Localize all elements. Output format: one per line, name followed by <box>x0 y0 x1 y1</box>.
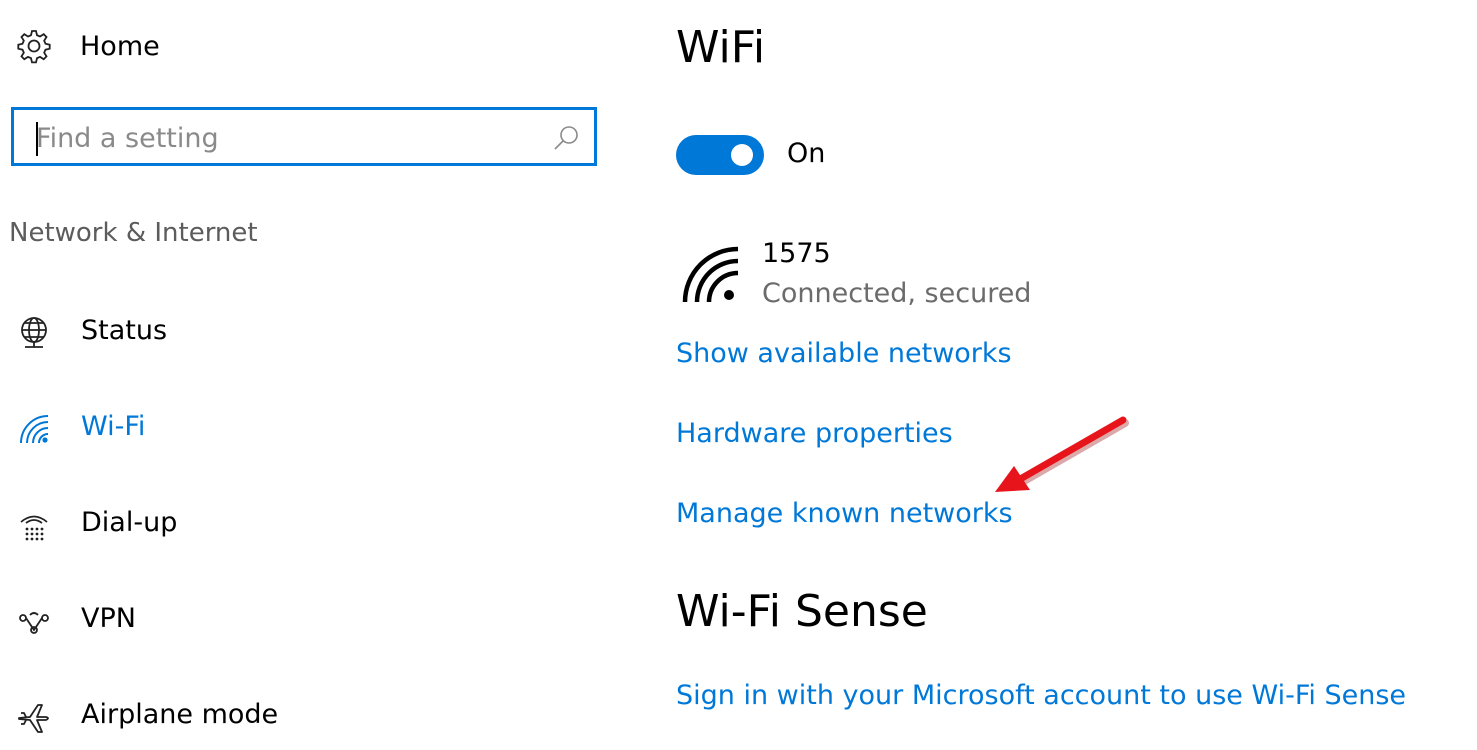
show-available-networks-link[interactable]: Show available networks <box>676 338 1012 369</box>
page-title: WiFi <box>676 22 766 73</box>
wifi-toggle[interactable] <box>676 135 764 175</box>
sidebar-item-label: Status <box>81 315 168 346</box>
hardware-properties-link[interactable]: Hardware properties <box>676 418 953 449</box>
sidebar-item-status[interactable]: Status <box>0 303 600 363</box>
section-label: Network & Internet <box>9 218 258 248</box>
microsoft-account-sign-in-link[interactable]: Sign in with your Microsoft account to u… <box>676 680 1406 711</box>
wifi-signal-icon <box>682 246 739 303</box>
toggle-state-label: On <box>787 138 826 169</box>
airplane-icon <box>18 704 49 733</box>
home-label: Home <box>80 30 160 62</box>
sidebar-item-label: VPN <box>81 603 136 634</box>
network-name: 1575 <box>762 238 831 269</box>
text-cursor <box>36 122 38 156</box>
sidebar-item-label: Dial-up <box>81 507 178 538</box>
toggle-knob <box>731 144 753 166</box>
sidebar-item-label: Airplane mode <box>81 699 279 730</box>
search-box[interactable] <box>11 107 597 166</box>
home-button[interactable]: Home <box>16 26 160 66</box>
wifi-icon <box>20 415 49 444</box>
sidebar-item-label: Wi-Fi <box>81 411 146 442</box>
globe-icon <box>21 317 47 348</box>
sidebar-item-wifi[interactable]: Wi-Fi <box>0 399 600 459</box>
sidebar-item-dialup[interactable]: Dial-up <box>0 495 600 555</box>
wifi-sense-heading: Wi-Fi Sense <box>676 586 928 637</box>
search-icon[interactable] <box>552 124 580 152</box>
network-status: Connected, secured <box>762 278 1032 309</box>
wifi-settings-panel: WiFi On 1575 Connected, secured Show ava… <box>676 0 1456 750</box>
manage-known-networks-link[interactable]: Manage known networks <box>676 498 1013 529</box>
vpn-icon <box>19 612 49 634</box>
settings-sidebar: Home Network & Internet Status <box>0 0 640 750</box>
dialup-icon <box>20 515 48 541</box>
search-input[interactable] <box>36 120 546 156</box>
sidebar-item-airplane-mode[interactable]: Airplane mode <box>0 687 600 747</box>
gear-icon <box>17 30 51 64</box>
sidebar-item-vpn[interactable]: VPN <box>0 591 600 651</box>
